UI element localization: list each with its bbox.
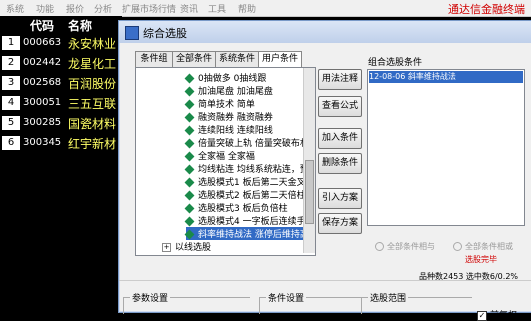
tree-item[interactable]: 均线粘连 均线系统粘连，预示变盘 (184, 162, 315, 175)
status-done: 选股完毕 (465, 255, 497, 264)
tree-item[interactable]: 全家福 全家福 (184, 149, 255, 162)
stock-table: 代码 名称 1 000663 永安林业 2 002442 龙星化工 3 0025… (0, 16, 122, 311)
tab-condition-group[interactable]: 条件组 (135, 51, 173, 67)
tab-all-conditions[interactable]: 全部条件 (172, 51, 216, 67)
stock-code: 002442 (23, 57, 62, 68)
tree-item[interactable]: 选股模式4 一字板后连续手 (184, 214, 306, 227)
tree-item[interactable]: 融资融券 融资融券 (184, 110, 273, 123)
menu-tools[interactable]: 工具 (208, 2, 226, 15)
table-row[interactable]: 6 300345 红宇新材 (0, 133, 122, 153)
menu-help[interactable]: 帮助 (238, 2, 256, 15)
formula-icon (184, 86, 195, 97)
row-number: 5 (2, 116, 20, 130)
condition-tree: 0抽做多 0抽线跟 加油尾盘 加油尾盘 简单技术 简单 融资融券 融资融券 连续… (135, 67, 316, 256)
radio-icon (375, 242, 384, 251)
row-number: 6 (2, 136, 20, 150)
radio-all-or[interactable]: 全部条件相或 (453, 241, 513, 252)
radio-all-and[interactable]: 全部条件相与 (375, 241, 435, 252)
tree-item-selected[interactable]: 斜率维持战法 涨停后维持高斜率战法 (184, 227, 315, 240)
tree-item[interactable]: 选股模式3 板后负倍柱 (184, 201, 288, 214)
scrollbar-thumb[interactable] (305, 160, 314, 224)
group-condition-settings: 条件设置 (259, 291, 362, 314)
combined-conditions-list[interactable]: 12-08-06 斜率维持战法 (367, 69, 525, 226)
usage-note-button[interactable]: 用法注释 (318, 69, 362, 90)
tree-item[interactable]: 0抽做多 0抽线跟 (184, 71, 266, 84)
tab-system-conditions[interactable]: 系统条件 (215, 51, 259, 67)
menu-analysis[interactable]: 分析 (94, 2, 112, 15)
delete-condition-button[interactable]: 删除条件 (318, 153, 362, 174)
formula-icon (184, 125, 195, 136)
column-header-name[interactable]: 名称 (68, 17, 92, 34)
stock-name: 龙星化工 (68, 57, 117, 71)
formula-icon (184, 177, 195, 188)
app-icon (125, 26, 139, 40)
group-parameter-settings: 参数设置 (123, 291, 250, 314)
radio-icon (453, 242, 462, 251)
combined-conditions-label: 组合选股条件 (368, 58, 423, 68)
stock-name: 永安林业 (68, 37, 117, 51)
formula-icon (184, 138, 195, 149)
formula-icon (184, 216, 195, 227)
tree-item[interactable]: 简单技术 简单 (184, 97, 255, 110)
stock-code: 300051 (23, 97, 62, 108)
tree-item[interactable]: 连续阳线 连续阳线 (184, 123, 273, 136)
tree-scrollbar[interactable] (303, 68, 315, 253)
row-number: 1 (2, 36, 20, 50)
formula-icon (184, 99, 195, 110)
app-brand-title: 通达信金融终端 (448, 3, 525, 16)
menu-function[interactable]: 功能 (36, 2, 54, 15)
formula-icon (184, 203, 195, 214)
formula-icon (184, 112, 195, 123)
add-condition-button[interactable]: 加入条件 (318, 128, 362, 149)
column-header-code[interactable]: 代码 (30, 17, 54, 34)
table-row[interactable]: 1 000663 永安林业 (0, 33, 122, 53)
stock-code: 002568 (23, 77, 62, 88)
menu-bar: 系统 功能 报价 分析 扩展市场行情 资讯 工具 帮助 通达信金融终端 (0, 0, 531, 17)
row-number: 3 (2, 76, 20, 90)
formula-icon (184, 190, 195, 201)
expand-icon[interactable]: + (162, 243, 171, 252)
stock-name: 国瓷材料 (68, 117, 117, 131)
tab-user-conditions[interactable]: 用户条件 (258, 51, 302, 68)
row-number: 2 (2, 56, 20, 70)
divider (119, 280, 531, 281)
tree-node[interactable]: + 以线选股 (162, 240, 211, 253)
stock-screen-dialog: 综合选股 条件组 全部条件 系统条件 用户条件 0抽做多 0抽线跟 加油尾盘 加… (118, 20, 531, 321)
menu-system[interactable]: 系统 (6, 2, 24, 15)
stock-code: 300285 (23, 117, 62, 128)
tree-item[interactable]: 加油尾盘 加油尾盘 (184, 84, 273, 97)
formula-icon (184, 229, 195, 240)
table-row[interactable]: 4 300051 三五互联 (0, 93, 122, 113)
save-scheme-button[interactable]: 保存方案 (318, 213, 362, 234)
tree-item[interactable]: 倍量突破上轨 倍量突破布林上轨 (184, 136, 315, 149)
stock-name: 三五互联 (68, 97, 117, 111)
forward-adjust-checkbox[interactable]: ✓ 前复权 (477, 308, 517, 321)
tree-item[interactable]: 选股模式1 板后第二天金叉 (184, 175, 306, 188)
dialog-title: 综合选股 (143, 27, 187, 40)
stock-name: 百润股份 (68, 77, 117, 91)
view-formula-button[interactable]: 查看公式 (318, 96, 362, 117)
group-selection-range: 选股范围 (361, 291, 472, 314)
list-item[interactable]: 12-08-06 斜率维持战法 (369, 71, 523, 83)
formula-icon (184, 73, 195, 84)
formula-icon (184, 164, 195, 175)
table-row[interactable]: 5 300285 国瓷材料 (0, 113, 122, 133)
tree-item[interactable]: 选股模式2 板后第二天倍柱 (184, 188, 306, 201)
formula-icon (184, 151, 195, 162)
menu-extended-market[interactable]: 扩展市场行情 (122, 2, 176, 15)
table-row[interactable]: 2 002442 龙星化工 (0, 53, 122, 73)
stock-code: 000663 (23, 37, 62, 48)
table-row[interactable]: 3 002568 百润股份 (0, 73, 122, 93)
import-scheme-button[interactable]: 引入方案 (318, 188, 362, 209)
stock-code: 300345 (23, 137, 62, 148)
menu-quote[interactable]: 报价 (66, 2, 84, 15)
dialog-titlebar[interactable]: 综合选股 (119, 21, 531, 43)
menu-news[interactable]: 资讯 (180, 2, 198, 15)
stock-name: 红宇新材 (68, 137, 117, 151)
row-number: 4 (2, 96, 20, 110)
check-icon: ✓ (477, 310, 487, 321)
table-header: 代码 名称 (0, 16, 122, 33)
